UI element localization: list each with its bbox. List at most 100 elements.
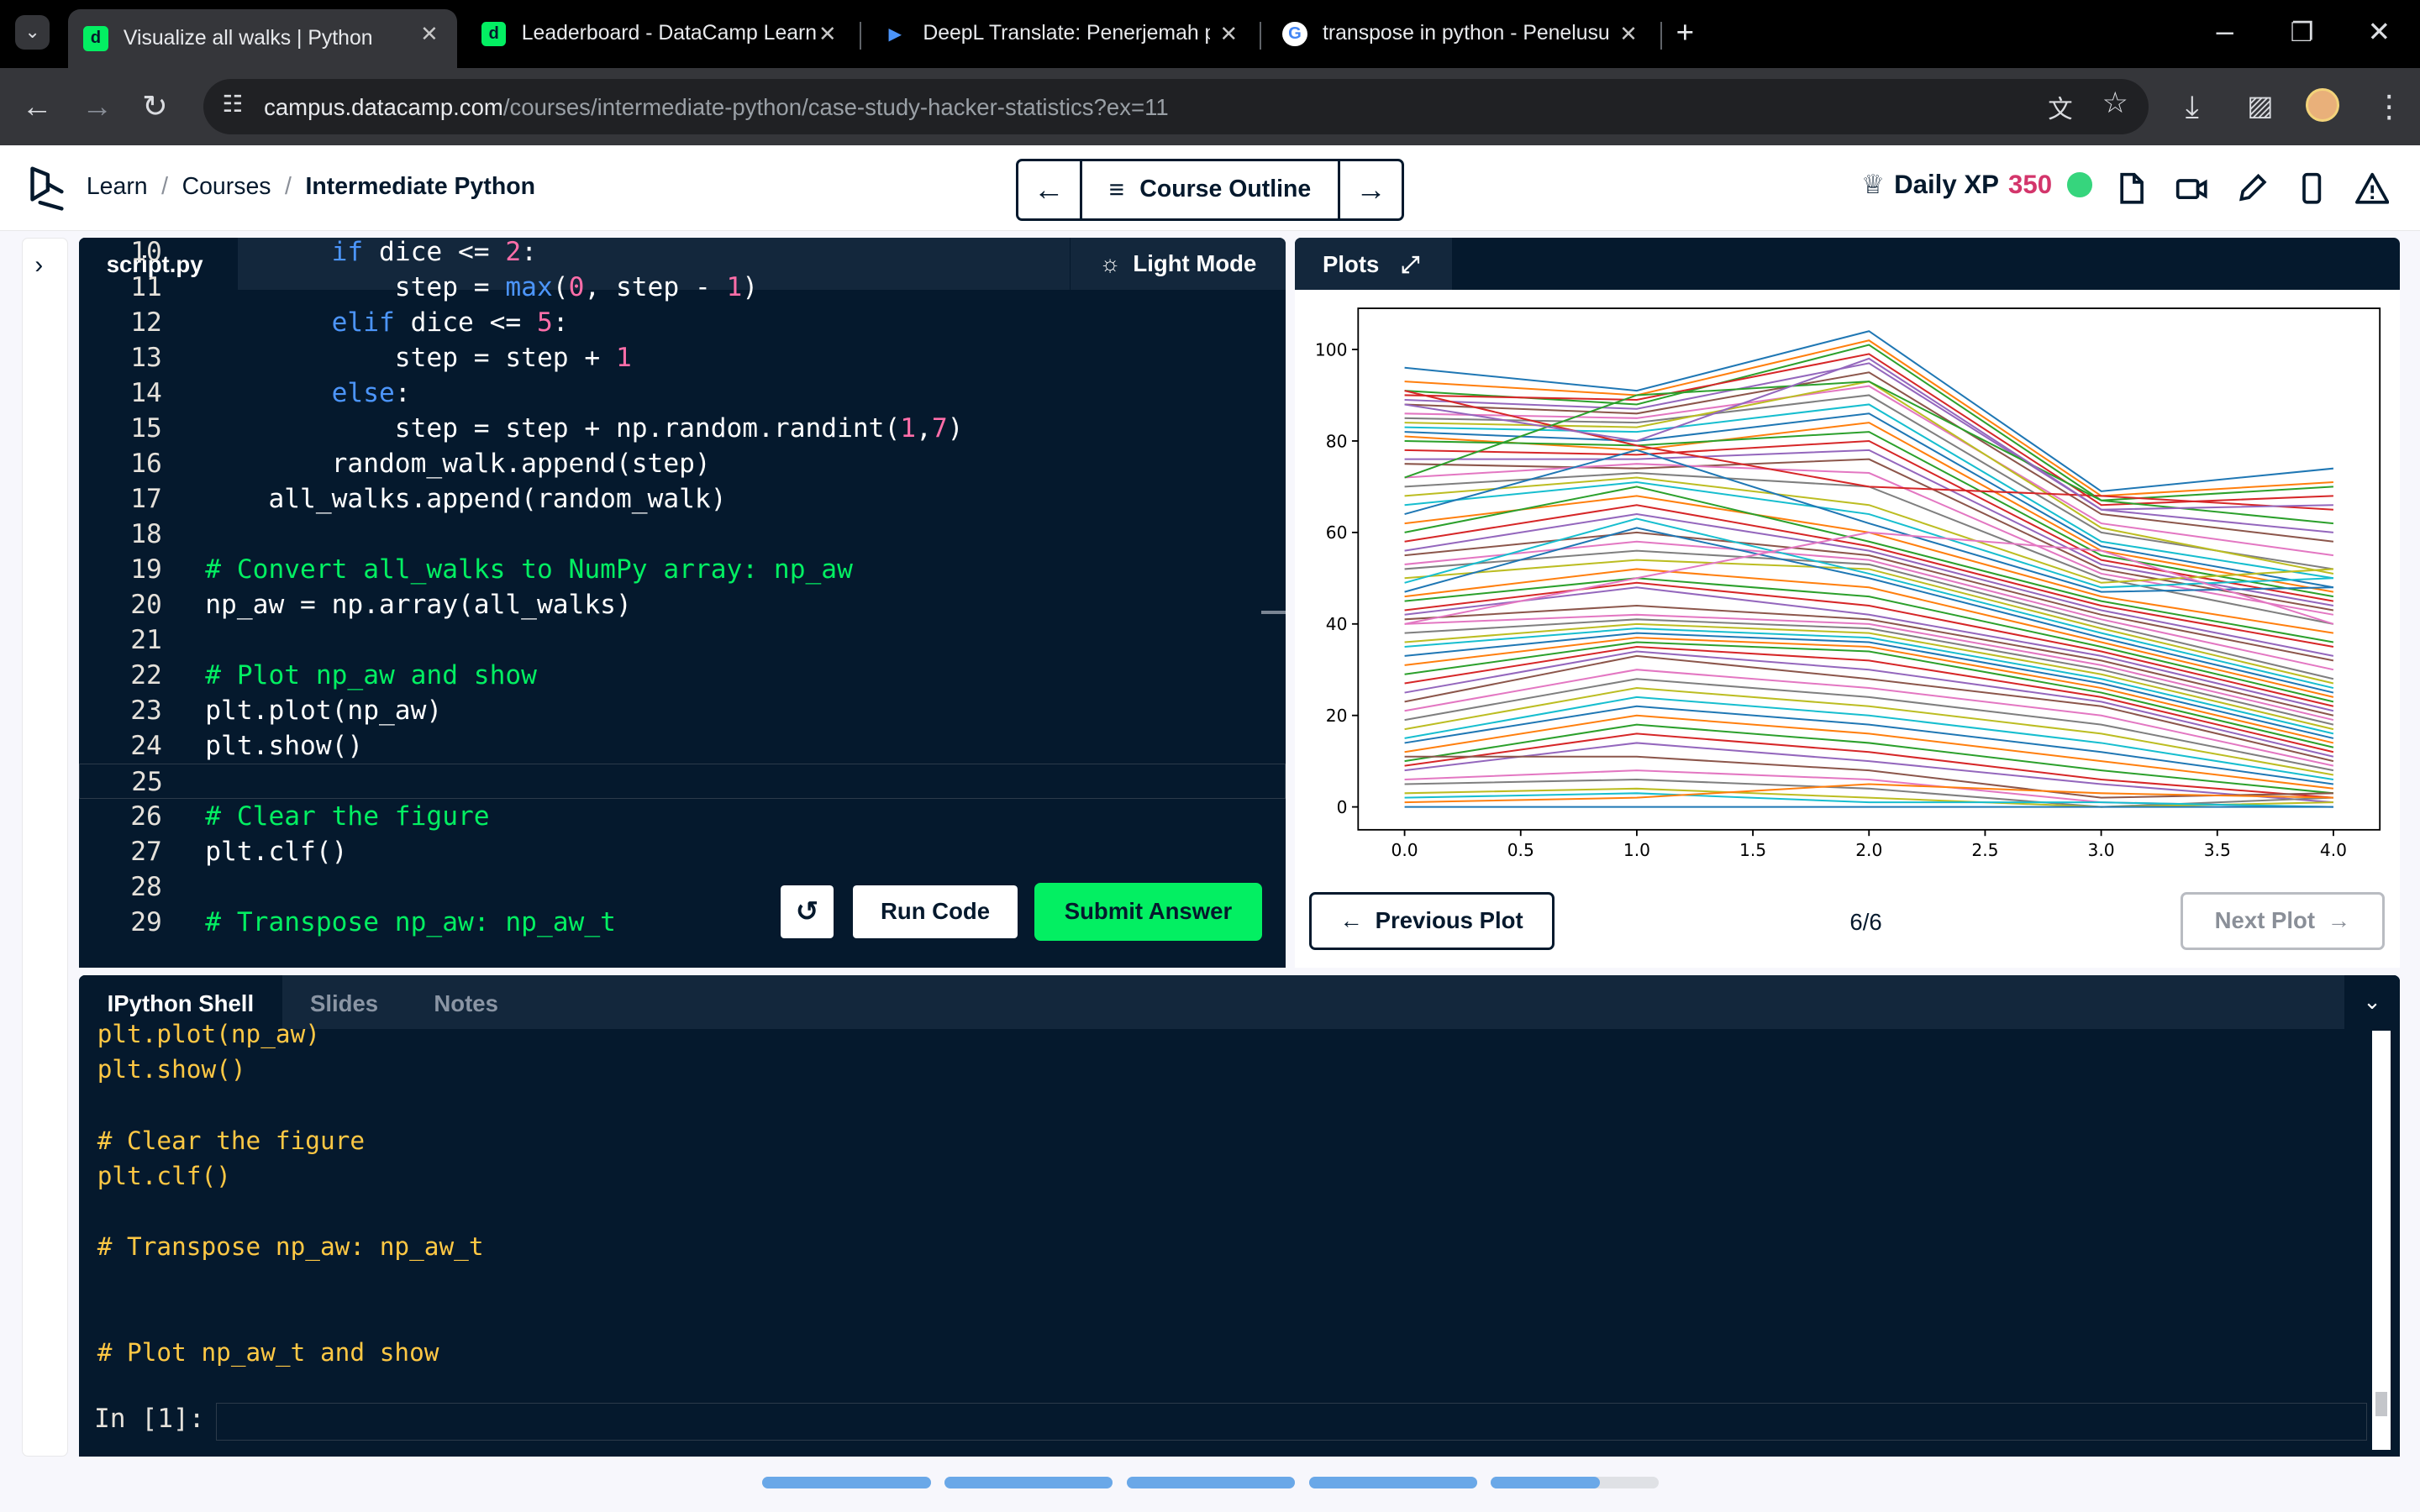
code-text: step = max(0, step - 1) [205, 272, 759, 303]
tab-divider [1259, 21, 1261, 50]
video-icon[interactable] [2175, 171, 2208, 205]
code-line[interactable]: 20 np_aw = np.array(all_walks) [79, 587, 1286, 622]
shell-output-line: plt.plot(np_aw) [97, 1020, 320, 1049]
daily-xp[interactable]: ♕ Daily XP 350 [1861, 170, 2092, 200]
code-line[interactable]: 27 plt.clf() [79, 834, 1286, 869]
code-line[interactable]: 21 [79, 622, 1286, 658]
collapse-shell-button[interactable]: ⌄ [2344, 974, 2401, 1030]
browser-tab-visualize-walks[interactable]: d Visualize all walks | Python ✕ [67, 9, 457, 68]
reload-icon[interactable]: ↻ [142, 88, 168, 125]
reset-code-button[interactable]: ↺ [777, 882, 837, 942]
x-tick-label: 3.0 [2088, 840, 2115, 860]
minimize-icon[interactable]: – [2217, 13, 2233, 50]
breadcrumb-course-title[interactable]: Intermediate Python [305, 173, 535, 200]
breadcrumb-learn[interactable]: Learn [87, 173, 148, 200]
series-line [1404, 655, 2334, 763]
code-text: all_walks.append(random_walk) [205, 484, 727, 515]
warning-icon[interactable] [2354, 171, 2390, 205]
new-tab-icon[interactable]: + [1676, 14, 1694, 51]
download-icon[interactable]: ⤓ [2186, 88, 2199, 125]
x-tick-label: 4.0 [2320, 840, 2347, 860]
back-icon[interactable]: ← [22, 88, 53, 125]
code-line[interactable]: 25 [78, 763, 1286, 800]
profile-avatar[interactable] [2306, 87, 2340, 123]
next-exercise-button[interactable]: → [1340, 161, 1402, 218]
translate-icon[interactable]: 文 [2048, 90, 2072, 125]
line-number: 10 [130, 237, 162, 268]
shell-output-line: plt.show() [97, 1055, 246, 1084]
close-window-icon[interactable]: ✕ [2367, 14, 2391, 51]
close-tab-icon[interactable]: ✕ [420, 22, 439, 47]
chevron-down-icon: ⌄ [2363, 990, 2381, 1014]
line-number: 11 [130, 272, 162, 303]
code-line[interactable]: 16 random_walk.append(step) [79, 446, 1286, 481]
line-number: 17 [130, 484, 162, 515]
code-text: # Plot np_aw and show [205, 660, 537, 691]
y-tick-label: 100 [1315, 340, 1348, 360]
code-text: # Convert all_walks to NumPy array: np_a… [205, 554, 853, 585]
browser-tab-google[interactable]: G transpose in python - Penelusur ✕ [1267, 9, 1656, 59]
progress-segment-fill [1308, 1476, 1477, 1489]
code-line[interactable]: 12 elif dice <= 5: [79, 305, 1286, 340]
code-text: else: [331, 378, 411, 409]
code-line[interactable]: 14 else: [79, 375, 1286, 411]
breadcrumb-courses[interactable]: Courses [182, 173, 271, 200]
expand-icon[interactable]: ⤢ [1401, 251, 1419, 277]
tab-plots[interactable]: Plots ⤢ [1294, 237, 1453, 291]
browser-menu-icon[interactable]: ⋮ [2374, 88, 2405, 125]
tab-notes[interactable]: Notes [406, 975, 526, 1029]
next-plot-button[interactable]: Next Plot → [2181, 891, 2385, 951]
trophy-icon: ♕ [1861, 170, 1886, 200]
url-text: campus.datacamp.com/courses/intermediate… [264, 94, 1169, 121]
x-tick-label: 1.5 [1739, 840, 1766, 860]
code-text: step = step + 1 [205, 343, 632, 374]
series-line [1404, 449, 2333, 593]
code-line[interactable]: 23 plt.plot(np_aw) [79, 693, 1286, 728]
code-line[interactable]: 22 # Plot np_aw and show [79, 658, 1286, 693]
submit-answer-button[interactable]: Submit Answer [1034, 882, 1263, 942]
datacamp-logo[interactable] [28, 165, 68, 212]
code-line[interactable]: 10 if dice <= 2: [79, 238, 1286, 270]
code-text: # Transpose np_aw: np_aw_t [205, 906, 616, 937]
tab-title: transpose in python - Penelusur [1323, 22, 1610, 45]
side-panel-icon[interactable]: ▨ [2247, 88, 2273, 125]
site-info-icon[interactable]: ☷ [222, 91, 243, 118]
close-tab-icon[interactable]: ✕ [1619, 22, 1638, 47]
code-line[interactable]: 24 plt.show() [79, 728, 1286, 764]
close-tab-icon[interactable]: ✕ [818, 22, 837, 47]
bookmark-star-icon[interactable]: ☆ [2102, 87, 2128, 120]
code-line[interactable]: 15 step = step + np.random.randint(1,7) [79, 411, 1286, 446]
code-text: elif dice <= 5: [331, 307, 569, 339]
shell-output-line: # Transpose np_aw: np_aw_t [97, 1231, 484, 1261]
code-line[interactable]: 17 all_walks.append(random_walk) [79, 481, 1286, 517]
code-line[interactable]: 18 [79, 517, 1286, 552]
code-line[interactable]: 13 step = step + 1 [79, 340, 1286, 375]
course-outline-button[interactable]: ≡ Course Outline [1080, 161, 1340, 218]
progress-segment-fill [762, 1476, 931, 1489]
browser-tab-leaderboard[interactable]: d Leaderboard - DataCamp Learn ✕ [466, 9, 855, 59]
code-text: np_aw = np.array(all_walks) [205, 590, 632, 621]
run-code-button[interactable]: Run Code [850, 882, 1021, 942]
code-line[interactable]: 11 step = max(0, step - 1) [79, 270, 1286, 305]
y-tick-label: 0 [1337, 797, 1348, 817]
previous-exercise-button[interactable]: ← [1018, 161, 1080, 218]
shell-scrollbar[interactable] [2372, 1030, 2391, 1451]
line-number: 25 [131, 766, 163, 797]
browser-tab-deepl[interactable]: ▶ DeepL Translate: Penerjemah pa ✕ [867, 9, 1256, 59]
close-tab-icon[interactable]: ✕ [1219, 22, 1238, 47]
previous-plot-button[interactable]: ← Previous Plot [1308, 891, 1555, 951]
forward-icon[interactable]: → [82, 88, 113, 125]
url-field[interactable]: ☷ campus.datacamp.com/courses/intermedia… [203, 78, 2149, 134]
code-line[interactable]: 26 # Clear the figure [79, 799, 1286, 834]
tab-search-icon[interactable]: ⌄ [15, 15, 50, 50]
shell-input[interactable] [216, 1402, 2368, 1441]
pencil-icon[interactable] [2235, 171, 2269, 205]
course-outline-nav: ← ≡ Course Outline → [1015, 159, 1405, 221]
scrollbar-thumb[interactable] [2375, 1391, 2388, 1417]
url-host: campus.datacamp.com [264, 94, 503, 121]
restore-icon[interactable]: ❐ [2291, 14, 2314, 51]
sidebar-expand-button[interactable]: › [21, 237, 68, 1457]
code-line[interactable]: 19 # Convert all_walks to NumPy array: np… [79, 552, 1286, 587]
mobile-icon[interactable] [2295, 171, 2328, 205]
document-icon[interactable] [2114, 171, 2148, 205]
